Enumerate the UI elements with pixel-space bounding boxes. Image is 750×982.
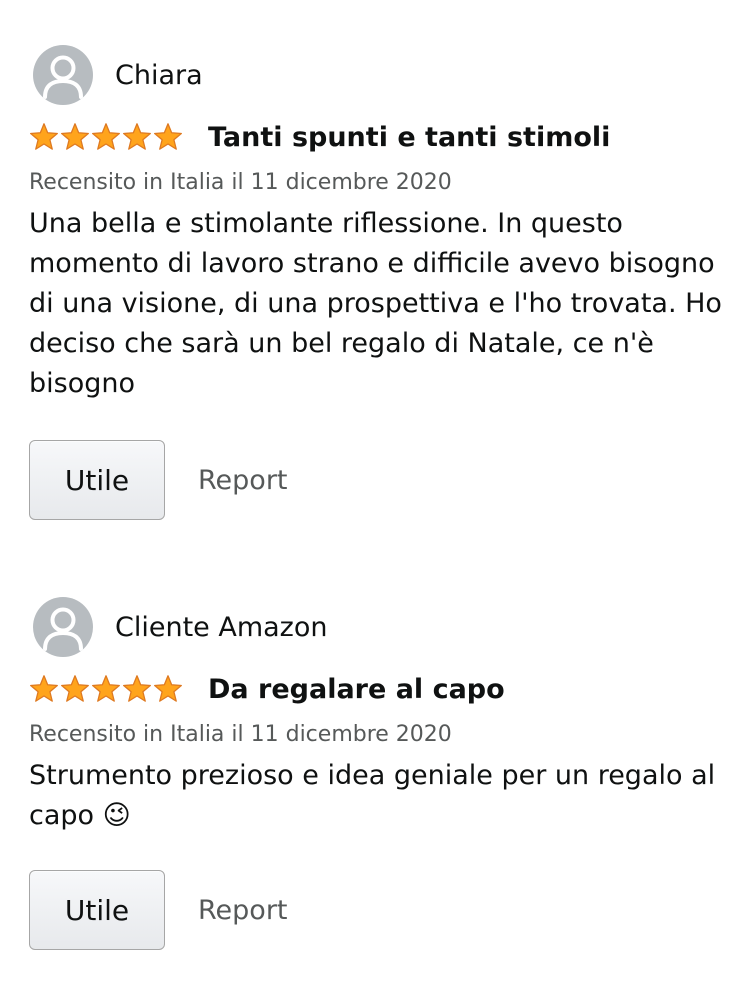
review-actions: Utile Report — [29, 870, 729, 950]
star-icon — [92, 123, 120, 150]
star-icon — [123, 123, 151, 150]
review-text: Strumento prezioso e idea geniale per un… — [29, 760, 716, 831]
helpful-button[interactable]: Utile — [29, 440, 165, 520]
star-icon — [61, 123, 89, 150]
report-link[interactable]: Report — [198, 465, 288, 496]
star-icon — [154, 675, 182, 702]
review-text: Una bella e stimolante riflessione. In q… — [29, 208, 722, 399]
star-icon — [61, 675, 89, 702]
review-card: Chiara Tanti spunti e tanti stimoli Rece… — [29, 44, 729, 520]
avatar — [33, 597, 93, 657]
star-icon — [123, 675, 151, 702]
reviewer-profile[interactable]: Cliente Amazon — [29, 596, 729, 658]
star-icon — [30, 123, 58, 150]
reviewer-name: Cliente Amazon — [115, 611, 328, 643]
helpful-button[interactable]: Utile — [29, 870, 165, 950]
review-actions: Utile Report — [29, 440, 729, 520]
review-title[interactable]: Da regalare al capo — [208, 674, 505, 705]
star-icon — [92, 675, 120, 702]
user-silhouette-icon — [43, 607, 83, 651]
wink-emoji-icon: 😉 — [102, 800, 131, 831]
star-rating[interactable] — [29, 674, 187, 704]
review-date: Recensito in Italia il 11 dicembre 2020 — [29, 722, 452, 747]
star-icon — [154, 123, 182, 150]
reviewer-profile[interactable]: Chiara — [29, 44, 729, 106]
review-title[interactable]: Tanti spunti e tanti stimoli — [208, 122, 610, 153]
report-link[interactable]: Report — [198, 895, 288, 926]
rating-row: Tanti spunti e tanti stimoli — [29, 120, 729, 154]
star-rating[interactable] — [29, 122, 187, 152]
review-card: Cliente Amazon Da regalare al capo Recen… — [29, 596, 729, 950]
review-body: Strumento prezioso e idea geniale per un… — [29, 756, 729, 836]
rating-row: Da regalare al capo — [29, 672, 729, 706]
review-body: Una bella e stimolante riflessione. In q… — [29, 204, 729, 404]
user-silhouette-icon — [43, 55, 83, 99]
review-date: Recensito in Italia il 11 dicembre 2020 — [29, 170, 452, 195]
avatar — [33, 45, 93, 105]
star-icon — [30, 675, 58, 702]
reviewer-name: Chiara — [115, 59, 203, 91]
